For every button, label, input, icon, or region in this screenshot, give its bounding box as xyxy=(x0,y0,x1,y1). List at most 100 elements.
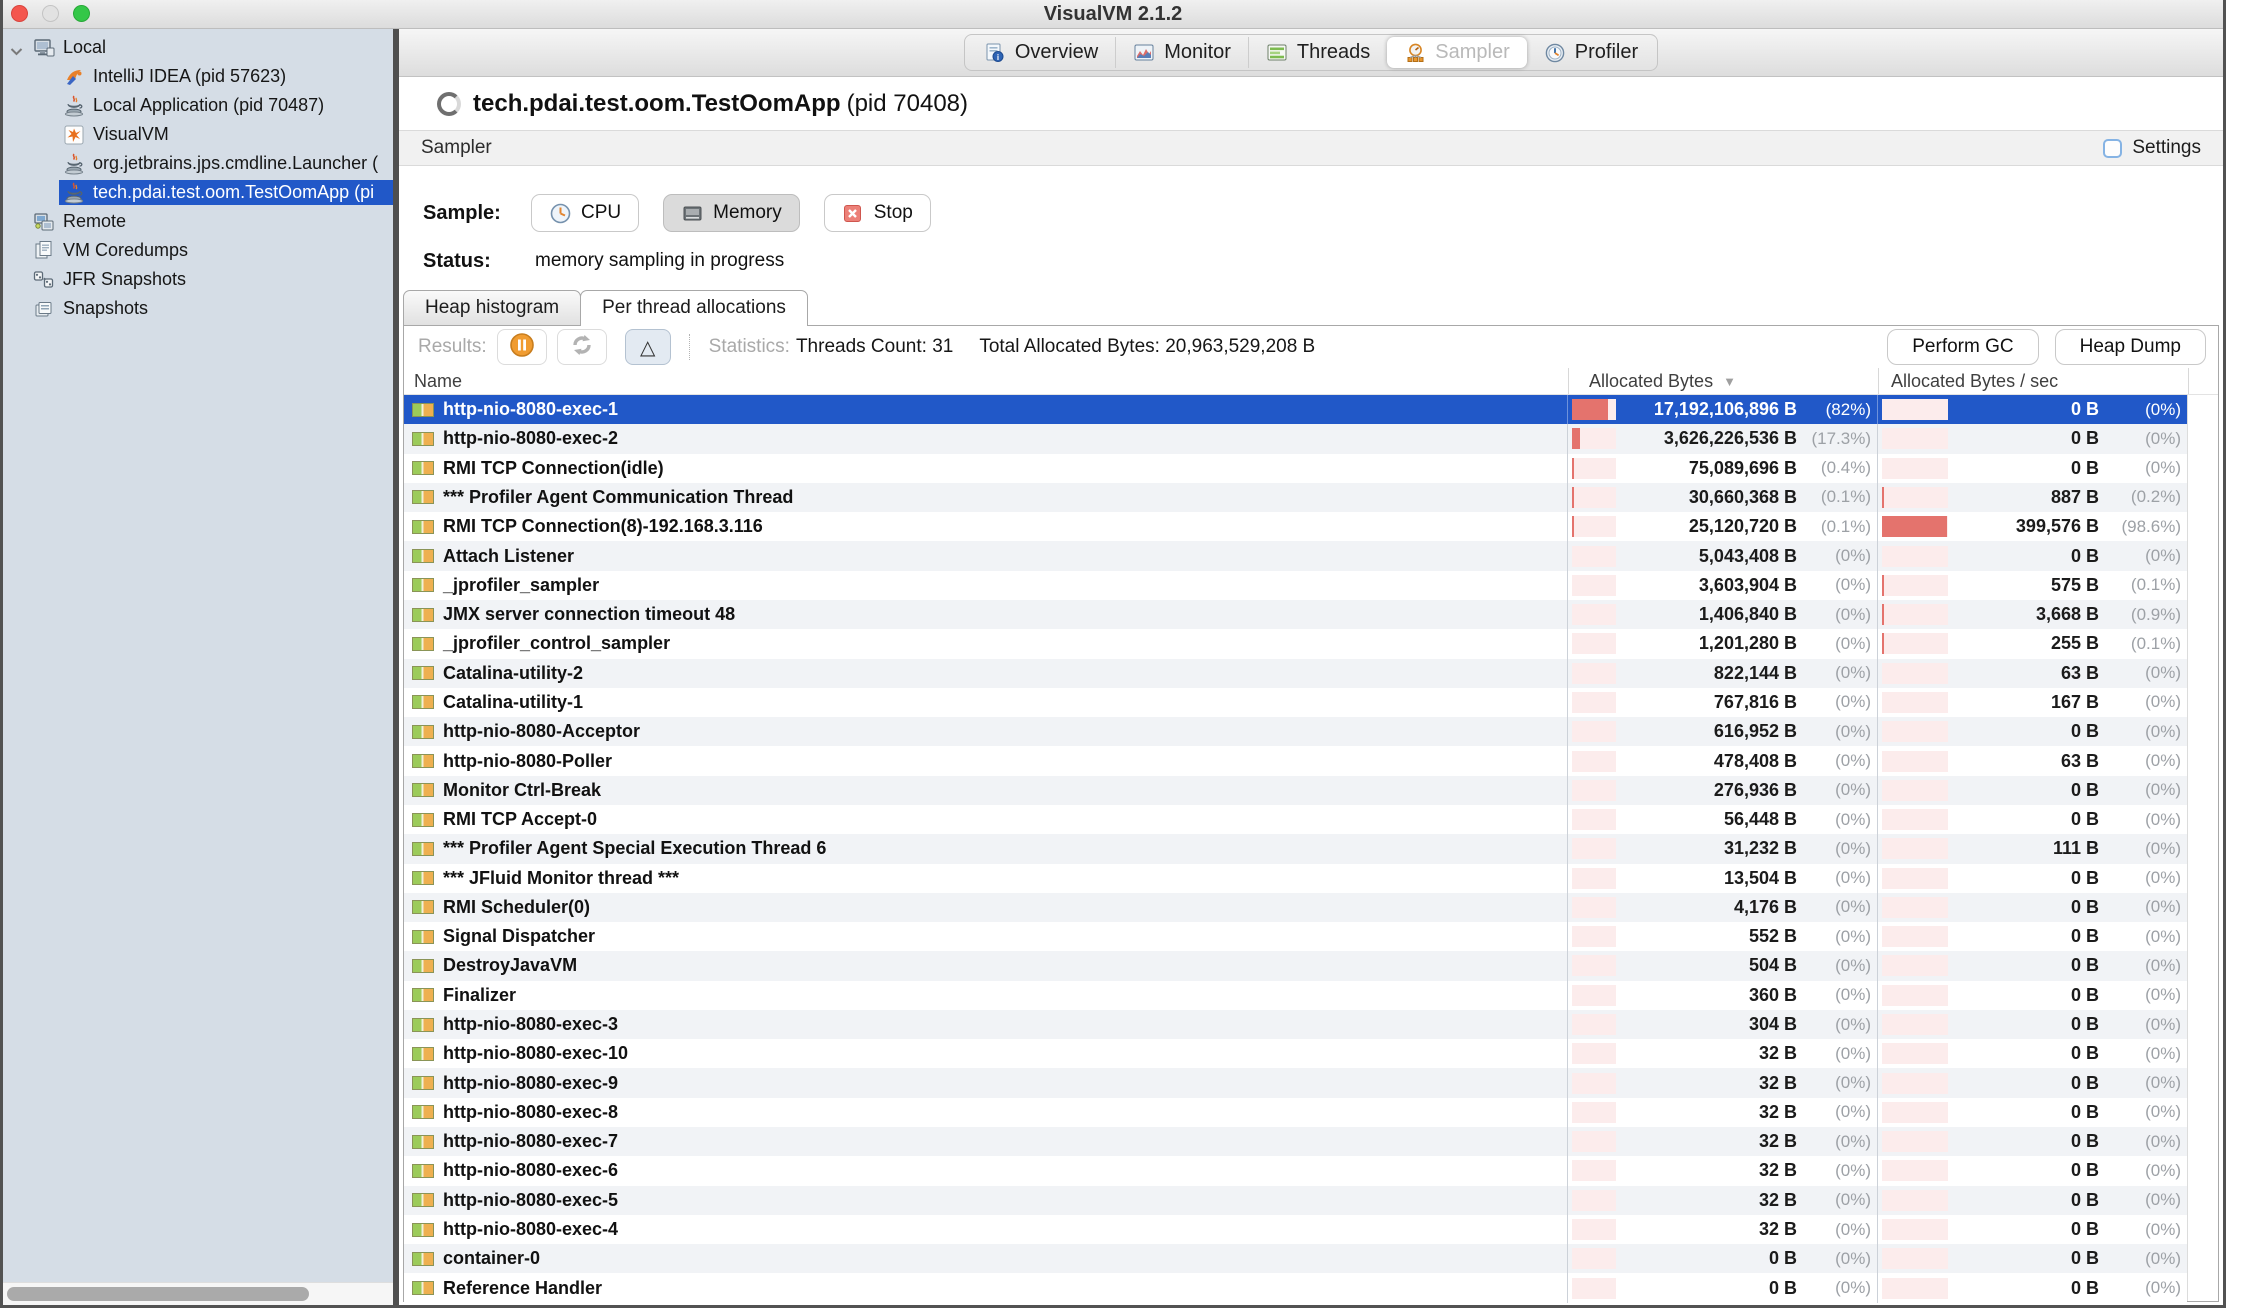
close-window-button[interactable] xyxy=(11,5,28,22)
allocated-bytes-value: 32 B xyxy=(1616,1190,1797,1211)
thread-name: http-nio-8080-exec-9 xyxy=(443,1073,618,1094)
table-row[interactable]: Signal Dispatcher552 B(0%)0 B(0%) xyxy=(404,922,2187,951)
allocated-bytes-sec-percent: (0%) xyxy=(2099,1015,2181,1035)
stop-sample-button[interactable]: Stop xyxy=(824,194,931,232)
settings-checkbox[interactable] xyxy=(2103,139,2122,158)
table-row[interactable]: http-nio-8080-Acceptor616,952 B(0%)0 B(0… xyxy=(404,717,2187,746)
thread-name-cell: *** Profiler Agent Communication Thread xyxy=(404,487,1567,508)
sidebar-item-intellij-idea-pid-57623[interactable]: IntelliJ IDEA (pid 57623) xyxy=(3,62,393,91)
allocated-bytes-bar xyxy=(1572,399,1616,420)
allocated-bytes-value: 3,626,226,536 B xyxy=(1616,428,1797,449)
table-row[interactable]: RMI Scheduler(0)4,176 B(0%)0 B(0%) xyxy=(404,893,2187,922)
table-row[interactable]: Reference Handler0 B(0%)0 B(0%) xyxy=(404,1273,2187,1302)
chevron-down-icon[interactable] xyxy=(10,43,23,61)
thread-name: Catalina-utility-1 xyxy=(443,692,583,713)
allocated-bytes-cell: 31,232 B(0%) xyxy=(1567,834,1877,863)
allocated-bytes-bar xyxy=(1572,955,1616,976)
table-row[interactable]: _jprofiler_control_sampler1,201,280 B(0%… xyxy=(404,629,2187,658)
applications-sidebar: LocalIntelliJ IDEA (pid 57623)Local Appl… xyxy=(3,29,393,1305)
sidebar-item-org-jetbrains-jps-cmdline-launcher[interactable]: org.jetbrains.jps.cmdline.Launcher ( xyxy=(3,149,393,178)
table-row[interactable]: Catalina-utility-1767,816 B(0%)167 B(0%) xyxy=(404,688,2187,717)
zoom-window-button[interactable] xyxy=(73,5,90,22)
scrollbar-thumb[interactable] xyxy=(7,1287,309,1301)
delta-results-button[interactable]: △ xyxy=(625,329,671,365)
table-row[interactable]: _jprofiler_sampler3,603,904 B(0%)575 B(0… xyxy=(404,571,2187,600)
pause-results-button[interactable] xyxy=(497,329,547,365)
table-row[interactable]: http-nio-8080-exec-632 B(0%)0 B(0%) xyxy=(404,1156,2187,1185)
allocated-bytes-cell: 478,408 B(0%) xyxy=(1567,746,1877,775)
tab-sampler[interactable]: Sampler xyxy=(1387,37,1526,68)
tab-overview[interactable]: iOverview xyxy=(967,37,1115,68)
thread-name-cell: Signal Dispatcher xyxy=(404,926,1567,947)
thread-name-cell: JMX server connection timeout 48 xyxy=(404,604,1567,625)
table-row[interactable]: RMI TCP Accept-056,448 B(0%)0 B(0%) xyxy=(404,805,2187,834)
table-row[interactable]: http-nio-8080-exec-117,192,106,896 B(82%… xyxy=(404,395,2187,424)
column-header-allocated-bytes-sec[interactable]: Allocated Bytes / sec xyxy=(1878,368,2188,394)
allocated-bytes-percent: (0%) xyxy=(1797,1249,1871,1269)
sidebar-item-visualvm[interactable]: VisualVM xyxy=(3,120,393,149)
sidebar-item-local[interactable]: Local xyxy=(3,33,393,62)
heap-dump-button[interactable]: Heap Dump xyxy=(2055,329,2206,365)
thread-icon xyxy=(412,842,434,856)
refresh-results-button[interactable] xyxy=(557,329,607,365)
cpu-sample-button[interactable]: CPU xyxy=(531,194,639,232)
memory-sample-button[interactable]: Memory xyxy=(663,194,800,232)
table-vertical-scrollbar[interactable] xyxy=(2187,395,2218,1301)
sidebar-item-vm-coredumps[interactable]: VM Coredumps xyxy=(3,236,393,265)
sidebar-item-remote[interactable]: Remote xyxy=(3,207,393,236)
table-row[interactable]: container-00 B(0%)0 B(0%) xyxy=(404,1244,2187,1273)
table-row[interactable]: http-nio-8080-exec-3304 B(0%)0 B(0%) xyxy=(404,1010,2187,1039)
sidebar-item-jfr-snapshots[interactable]: JFR Snapshots xyxy=(3,265,393,294)
thread-name: http-nio-8080-exec-5 xyxy=(443,1190,618,1211)
allocated-bytes-sec-value: 0 B xyxy=(1948,1043,2099,1064)
table-row[interactable]: http-nio-8080-exec-23,626,226,536 B(17.3… xyxy=(404,424,2187,453)
sidebar-item-local-application-pid-70487[interactable]: Local Application (pid 70487) xyxy=(3,91,393,120)
perform-gc-button[interactable]: Perform GC xyxy=(1887,329,2038,365)
allocated-bytes-sec-bar xyxy=(1882,1248,1948,1269)
table-row[interactable]: *** Profiler Agent Special Execution Thr… xyxy=(404,834,2187,863)
table-row[interactable]: *** JFluid Monitor thread ***13,504 B(0%… xyxy=(404,864,2187,893)
allocated-bytes-value: 17,192,106,896 B xyxy=(1616,399,1797,420)
allocated-bytes-sec-value: 255 B xyxy=(1948,633,2099,654)
table-row[interactable]: Attach Listener5,043,408 B(0%)0 B(0%) xyxy=(404,541,2187,570)
table-row[interactable]: http-nio-8080-exec-732 B(0%)0 B(0%) xyxy=(404,1127,2187,1156)
allocated-bytes-sec-bar xyxy=(1882,985,1948,1006)
allocated-bytes-sec-header-label: Allocated Bytes / sec xyxy=(1891,371,2058,392)
table-row[interactable]: http-nio-8080-exec-932 B(0%)0 B(0%) xyxy=(404,1068,2187,1097)
table-row[interactable]: RMI TCP Connection(8)-192.168.3.11625,12… xyxy=(404,512,2187,541)
table-row[interactable]: http-nio-8080-exec-1032 B(0%)0 B(0%) xyxy=(404,1039,2187,1068)
allocated-bytes-sec-cell: 255 B(0.1%) xyxy=(1877,629,2187,658)
table-row[interactable]: http-nio-8080-exec-832 B(0%)0 B(0%) xyxy=(404,1098,2187,1127)
table-row[interactable]: DestroyJavaVM504 B(0%)0 B(0%) xyxy=(404,951,2187,980)
table-row[interactable]: http-nio-8080-exec-432 B(0%)0 B(0%) xyxy=(404,1215,2187,1244)
allocated-bytes-bar xyxy=(1572,809,1616,830)
table-row[interactable]: Finalizer360 B(0%)0 B(0%) xyxy=(404,981,2187,1010)
table-row[interactable]: RMI TCP Connection(idle)75,089,696 B(0.4… xyxy=(404,454,2187,483)
table-row[interactable]: Catalina-utility-2822,144 B(0%)63 B(0%) xyxy=(404,659,2187,688)
table-row[interactable]: http-nio-8080-exec-532 B(0%)0 B(0%) xyxy=(404,1186,2187,1215)
sidebar-horizontal-scrollbar[interactable] xyxy=(3,1282,393,1305)
thread-icon xyxy=(412,1164,434,1178)
thread-name: *** Profiler Agent Special Execution Thr… xyxy=(443,838,826,859)
tab-profiler[interactable]: Profiler xyxy=(1527,37,1655,68)
sidebar-item-tech-pdai-test-oom-testoomapp-pi[interactable]: tech.pdai.test.oom.TestOomApp (pi xyxy=(3,178,393,207)
allocated-bytes-cell: 32 B(0%) xyxy=(1567,1186,1877,1215)
subtab-per-thread-allocations[interactable]: Per thread allocations xyxy=(580,290,808,325)
thread-icon xyxy=(412,1193,434,1207)
pause-icon xyxy=(509,332,535,363)
table-row[interactable]: Monitor Ctrl-Break276,936 B(0%)0 B(0%) xyxy=(404,776,2187,805)
allocated-bytes-bar xyxy=(1572,897,1616,918)
column-header-allocated-bytes[interactable]: Allocated Bytes ▼ xyxy=(1568,368,1878,394)
tab-threads[interactable]: Threads xyxy=(1248,37,1387,68)
tab-monitor[interactable]: Monitor xyxy=(1115,37,1248,68)
visualvm-window: VisualVM 2.1.2 LocalIntelliJ IDEA (pid 5… xyxy=(0,0,2226,1308)
java-icon xyxy=(63,153,85,175)
minimize-window-button[interactable] xyxy=(42,5,59,22)
allocated-bytes-sec-bar xyxy=(1882,487,1948,508)
sidebar-item-snapshots[interactable]: Snapshots xyxy=(3,294,393,323)
table-row[interactable]: *** Profiler Agent Communication Thread3… xyxy=(404,483,2187,512)
subtab-heap-histogram[interactable]: Heap histogram xyxy=(403,290,581,325)
column-header-name[interactable]: Name xyxy=(404,371,1568,392)
table-row[interactable]: JMX server connection timeout 481,406,84… xyxy=(404,600,2187,629)
table-row[interactable]: http-nio-8080-Poller478,408 B(0%)63 B(0%… xyxy=(404,746,2187,775)
